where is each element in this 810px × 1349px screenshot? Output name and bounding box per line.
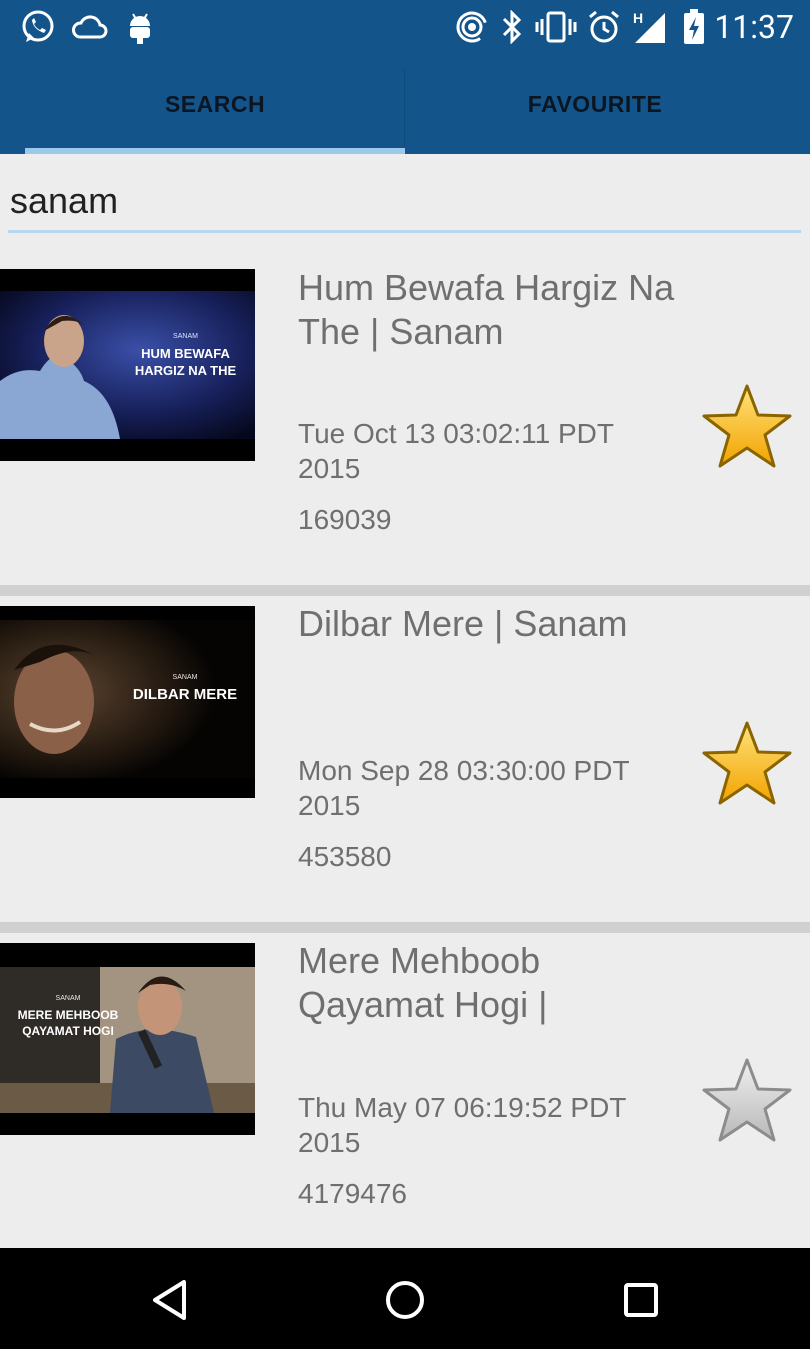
- video-title: Mere Mehboob Qayamat Hogi |: [298, 940, 548, 1025]
- video-thumbnail[interactable]: SANAM MERE MEHBOOB QAYAMAT HOGI: [0, 943, 255, 1135]
- search-input[interactable]: [8, 170, 801, 232]
- thumbnail-small-caption: SANAM: [55, 995, 81, 1002]
- hotspot-icon: [454, 8, 490, 46]
- status-bar: H 11:37: [0, 0, 810, 54]
- video-thumbnail[interactable]: SANAM HUM BEWAFA HARGIZ NA THE: [0, 269, 255, 461]
- video-date: Tue Oct 13 03:02:11 PDT 2015: [298, 418, 614, 484]
- svg-text:H: H: [633, 10, 643, 26]
- tab-bar: SEARCH FAVOURITE: [0, 54, 810, 154]
- back-icon[interactable]: [140, 1270, 200, 1330]
- recents-icon[interactable]: [611, 1270, 671, 1330]
- thumbnail-big-caption: MERE MEHBOOB QAYAMAT HOGI: [17, 1008, 119, 1038]
- search-field-container: [8, 170, 801, 236]
- list-divider: [0, 922, 810, 933]
- tab-search[interactable]: SEARCH: [25, 54, 405, 154]
- list-item[interactable]: SANAM DILBAR MERE Dilbar Mere | Sanam Mo…: [0, 596, 810, 933]
- android-icon: [122, 8, 158, 46]
- thumbnail-small-caption: SANAM: [172, 674, 198, 681]
- navigation-bar: [0, 1248, 810, 1349]
- favourite-star-icon[interactable]: [700, 1056, 794, 1146]
- favourite-star-icon[interactable]: [700, 382, 794, 472]
- home-icon[interactable]: [375, 1270, 435, 1330]
- video-views: 169039: [298, 504, 392, 535]
- video-views: 453580: [298, 841, 392, 872]
- video-date: Thu May 07 06:19:52 PDT 2015: [298, 1092, 626, 1158]
- tab-favourite[interactable]: FAVOURITE: [405, 54, 785, 154]
- video-title: Hum Bewafa Hargiz Na The | Sanam: [298, 267, 675, 352]
- bluetooth-icon: [498, 8, 526, 46]
- clock: 11:37: [714, 8, 794, 46]
- thumbnail-big-caption: HUM BEWAFA HARGIZ NA THE: [134, 346, 237, 378]
- video-title: Dilbar Mere | Sanam: [298, 603, 628, 644]
- search-underline: [8, 230, 801, 233]
- list-item[interactable]: SANAM MERE MEHBOOB QAYAMAT HOGI Mere Meh…: [0, 933, 810, 1248]
- results-list[interactable]: SANAM HUM BEWAFA HARGIZ NA THE Hum Bewaf…: [0, 236, 810, 1248]
- thumbnail-big-caption: DILBAR MERE: [132, 686, 238, 703]
- thumbnail-image-3: [0, 943, 255, 1135]
- list-divider: [0, 585, 810, 596]
- alarm-icon: [586, 8, 622, 46]
- list-item[interactable]: SANAM HUM BEWAFA HARGIZ NA THE Hum Bewaf…: [0, 236, 810, 573]
- favourite-star-icon[interactable]: [700, 719, 794, 809]
- video-thumbnail[interactable]: SANAM DILBAR MERE: [0, 606, 255, 798]
- video-date: Mon Sep 28 03:30:00 PDT 2015: [298, 755, 630, 821]
- battery-charging-icon: [680, 8, 708, 46]
- video-views: 4179476: [298, 1178, 408, 1209]
- vibrate-icon: [534, 8, 578, 46]
- whatsapp-icon: [18, 8, 58, 46]
- tab-selected-indicator: [25, 148, 405, 154]
- thumbnail-small-caption: SANAM: [173, 333, 198, 340]
- cloud-icon: [70, 8, 110, 46]
- signal-h-icon: H: [630, 8, 670, 46]
